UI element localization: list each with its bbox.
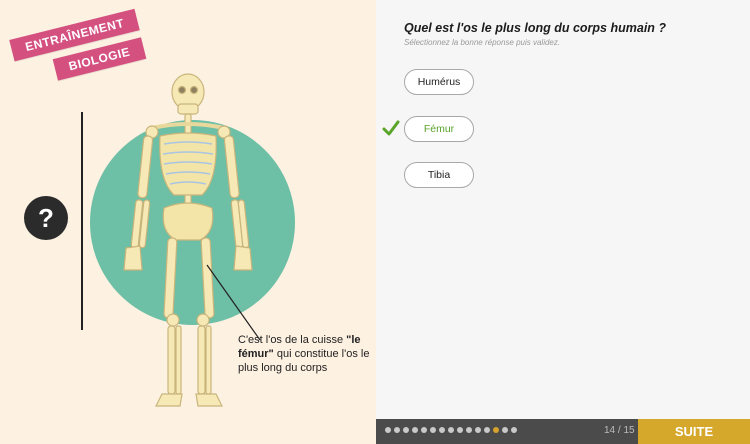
answer-option-femur[interactable]: Fémur	[404, 116, 474, 142]
progress-dot	[412, 427, 418, 433]
progress-dot	[394, 427, 400, 433]
check-icon	[382, 120, 400, 136]
category-badge: ENTRAÎNEMENT BIOLOGIE	[9, 8, 170, 81]
progress-dot	[484, 427, 490, 433]
progress-dot	[502, 427, 508, 433]
progress-bar: 14 / 15	[376, 419, 638, 444]
caption-text-1: C'est l'os de la cuisse	[238, 334, 347, 346]
progress-dot	[439, 427, 445, 433]
question-mark-icon[interactable]: ?	[24, 196, 68, 240]
progress-dot	[385, 427, 391, 433]
divider-line	[81, 112, 83, 330]
progress-dot	[421, 427, 427, 433]
progress-dot	[511, 427, 517, 433]
question-title: Quel est l'os le plus long du corps huma…	[404, 21, 667, 35]
progress-dot	[457, 427, 463, 433]
page-counter: 14 / 15	[604, 425, 635, 436]
progress-dot	[430, 427, 436, 433]
progress-dot	[466, 427, 472, 433]
progress-dot	[448, 427, 454, 433]
answer-option-tibia[interactable]: Tibia	[404, 162, 474, 188]
illustration-panel: ENTRAÎNEMENT BIOLOGIE ? C'est l'os de la…	[0, 0, 376, 444]
progress-dot-current	[493, 427, 499, 433]
progress-dot	[403, 427, 409, 433]
bone-caption: C'est l'os de la cuisse "le fémur" qui c…	[238, 333, 373, 375]
progress-dot	[475, 427, 481, 433]
answer-option-humerus[interactable]: Humérus	[404, 69, 474, 95]
progress-dots	[385, 427, 517, 433]
quiz-panel: Quel est l'os le plus long du corps huma…	[376, 0, 750, 444]
next-button[interactable]: SUITE	[638, 419, 750, 444]
question-subtitle: Sélectionnez la bonne réponse puis valid…	[404, 38, 561, 47]
